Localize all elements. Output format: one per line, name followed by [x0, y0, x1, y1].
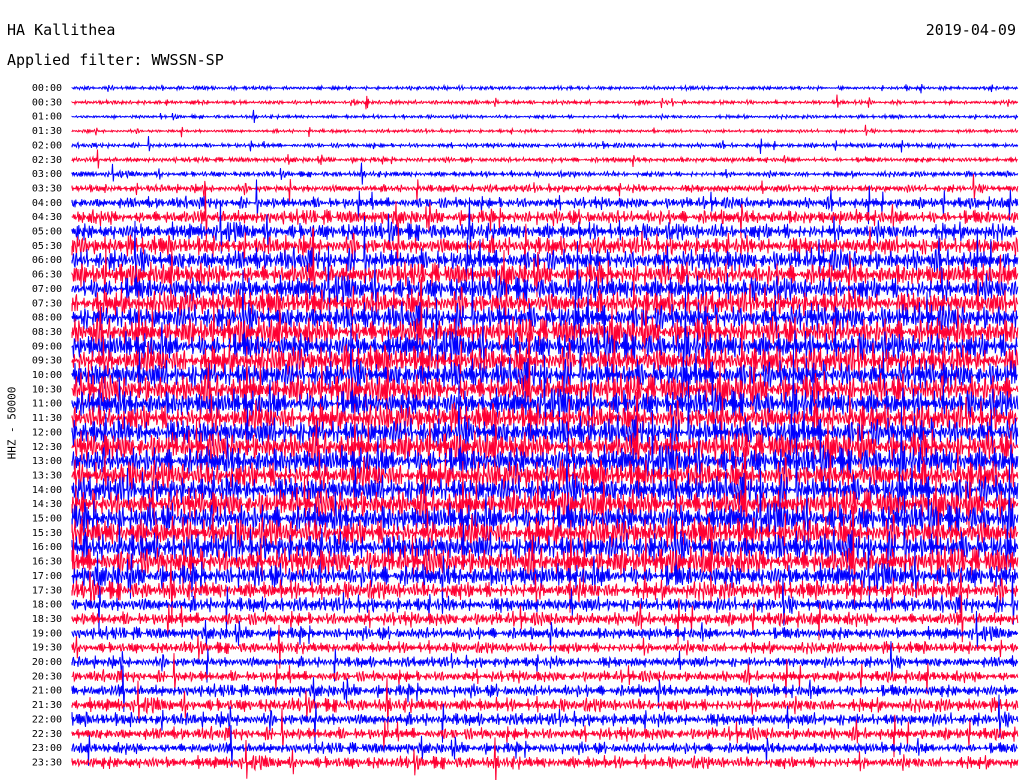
row-time-label: 10:30	[32, 384, 62, 395]
row-time-label: 18:30	[32, 614, 62, 625]
trace-row	[71, 94, 1019, 110]
row-time-label: 07:00	[32, 284, 62, 295]
row-time-label: 09:00	[32, 341, 62, 352]
row-time-label: 13:30	[32, 470, 62, 481]
row-time-label: 01:30	[32, 126, 62, 137]
row-time-label: 13:00	[32, 456, 62, 467]
trace-row	[71, 83, 1019, 94]
trace-row	[71, 162, 1019, 185]
row-time-label: 01:00	[32, 112, 62, 123]
row-time-label: 22:00	[32, 714, 62, 725]
row-time-label: 20:00	[32, 657, 62, 668]
row-time-label: 08:30	[32, 327, 62, 338]
row-time-label: 02:00	[32, 140, 62, 151]
row-time-label: 06:00	[32, 255, 62, 266]
row-time-label: 16:00	[32, 542, 62, 553]
row-time-label: 06:30	[32, 270, 62, 281]
trace-row	[71, 506, 1019, 613]
trace-row	[71, 109, 1019, 124]
row-time-label: 04:30	[32, 212, 62, 223]
row-time-label: 00:00	[32, 83, 62, 94]
row-time-label: 00:30	[32, 97, 62, 108]
row-time-label: 17:00	[32, 571, 62, 582]
row-time-label: 23:30	[32, 757, 62, 768]
row-time-label: 21:30	[32, 700, 62, 711]
trace-row	[71, 737, 1019, 780]
row-time-label: 04:00	[32, 198, 62, 209]
row-time-label: 14:30	[32, 499, 62, 510]
trace-group	[71, 83, 1019, 780]
row-time-label: 10:00	[32, 370, 62, 381]
helicorder-plot: 00:00 00:30 01:00 01:30 02:00 02:30 03:00 03:30…	[32, 83, 1019, 780]
trace-row	[71, 124, 1019, 138]
row-time-label: 03:00	[32, 169, 62, 180]
tick-label-group: 00:00 00:30 01:00 01:30 02:00 02:30 03:00 03:30…	[32, 83, 62, 768]
row-time-label: 20:30	[32, 671, 62, 682]
row-time-label: 15:30	[32, 528, 62, 539]
row-time-label: 09:30	[32, 356, 62, 367]
row-time-label: 23:00	[32, 743, 62, 754]
row-time-label: 05:30	[32, 241, 62, 252]
row-time-label: 12:00	[32, 427, 62, 438]
row-time-label: 12:30	[32, 442, 62, 453]
row-time-label: 05:00	[32, 227, 62, 238]
row-time-label: 07:30	[32, 298, 62, 309]
trace-row	[71, 149, 1018, 169]
row-time-label: 18:00	[32, 600, 62, 611]
row-time-label: 02:30	[32, 155, 62, 166]
row-time-label: 17:30	[32, 585, 62, 596]
row-time-label: 11:30	[32, 413, 62, 424]
row-time-label: 19:30	[32, 643, 62, 654]
trace-row	[71, 136, 1019, 154]
row-time-label: 11:00	[32, 399, 62, 410]
trace-row	[71, 571, 1019, 634]
trace-row	[71, 591, 1019, 645]
row-time-label: 19:00	[32, 628, 62, 639]
row-time-label: 16:30	[32, 557, 62, 568]
row-time-label: 14:00	[32, 485, 62, 496]
row-time-label: 21:00	[32, 686, 62, 697]
row-time-label: 22:30	[32, 729, 62, 740]
row-time-label: 15:00	[32, 514, 62, 525]
row-time-label: 03:30	[32, 183, 62, 194]
row-time-label: 08:00	[32, 313, 62, 324]
